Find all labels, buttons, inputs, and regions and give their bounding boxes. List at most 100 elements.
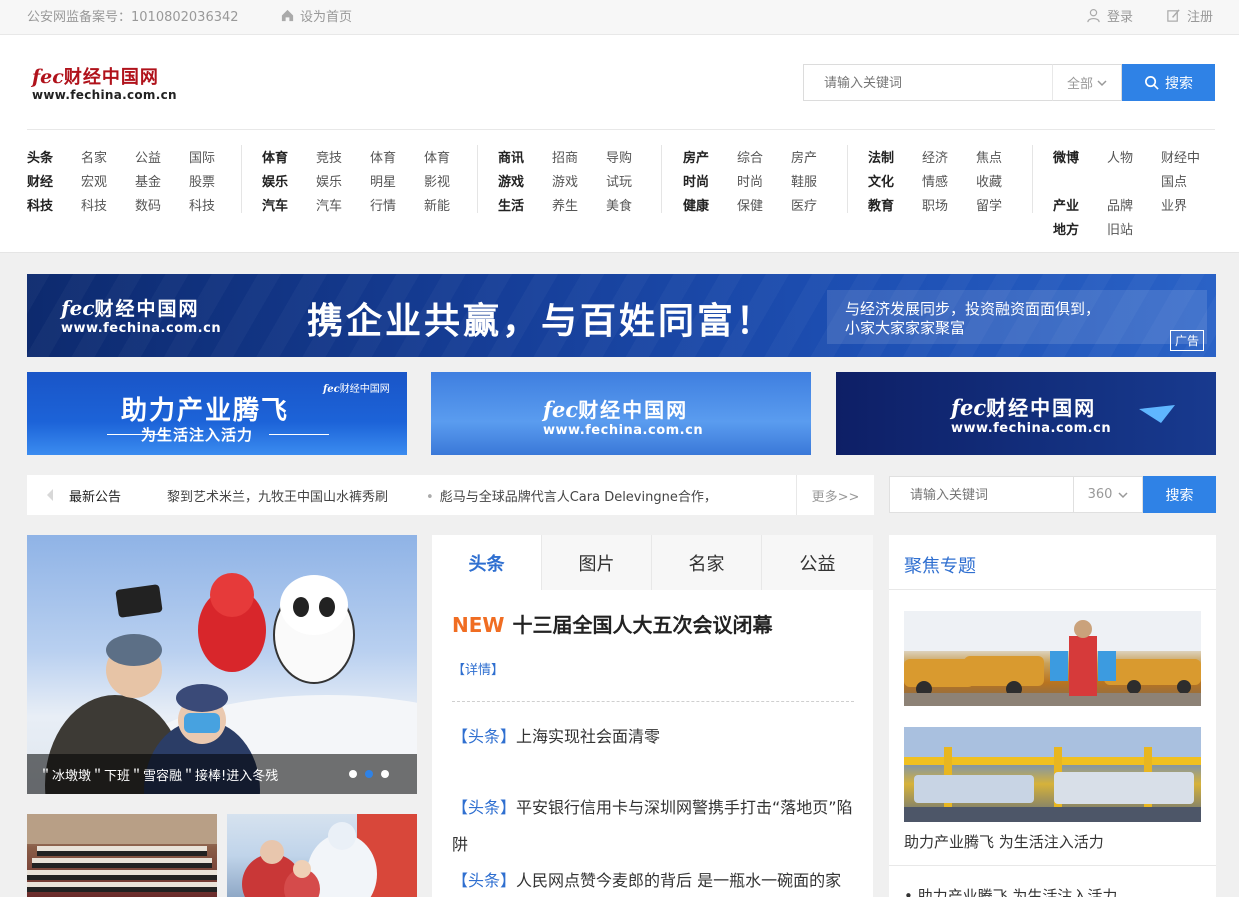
nav-link[interactable]: 试玩: [606, 171, 660, 190]
detail-link[interactable]: 【详情】: [452, 659, 504, 678]
nav-link[interactable]: 国点: [1161, 171, 1215, 190]
photo-slider[interactable]: ＂冰墩墩＂下班＂雪容融＂接棒!进入冬残: [27, 535, 417, 794]
news-item[interactable]: 【头条】平安银行信用卡与深圳网警携手打击“落地页”陷阱: [452, 789, 857, 863]
focus-image-cars[interactable]: [904, 611, 1201, 706]
nav-category[interactable]: 体育: [262, 147, 316, 166]
top-search-button[interactable]: 搜索: [1122, 64, 1215, 101]
focus-list-item[interactable]: • 助力产业腾飞 为生活注入活力: [904, 885, 1117, 897]
nav-link[interactable]: 科技: [81, 195, 135, 214]
tab-pictures[interactable]: 图片: [542, 535, 652, 590]
nav-link[interactable]: 保健: [737, 195, 791, 214]
nav-category[interactable]: 商讯: [498, 147, 552, 166]
nav-link[interactable]: 时尚: [737, 171, 791, 190]
nav-link[interactable]: 体育: [424, 147, 478, 166]
nav-link[interactable]: 名家: [81, 147, 135, 166]
nav-link[interactable]: 业界: [1161, 195, 1215, 214]
nav-link[interactable]: 留学: [976, 195, 1030, 214]
nav-link[interactable]: 影视: [424, 171, 478, 190]
login-link[interactable]: 登录: [1086, 6, 1133, 25]
site-logo[interactable]: fec财经中国网 www.fechina.com.cn: [32, 63, 182, 103]
nav-link[interactable]: 汽车: [316, 195, 370, 214]
notice-item[interactable]: • 彪马与全球品牌代言人Cara Delevingne合作，: [426, 486, 717, 505]
nav-category[interactable]: 教育: [868, 195, 922, 214]
nav-category[interactable]: 房产: [683, 147, 737, 166]
nav-link[interactable]: 收藏: [976, 171, 1030, 190]
nav-link[interactable]: 游戏: [552, 171, 606, 190]
top-search-input[interactable]: [803, 64, 1052, 101]
nav-category[interactable]: 汽车: [262, 195, 316, 214]
slider-dot-active[interactable]: [365, 770, 373, 778]
register-link[interactable]: 注册: [1166, 6, 1213, 25]
nav-link[interactable]: 旧站: [1107, 219, 1161, 238]
nav-link[interactable]: 招商: [552, 147, 606, 166]
nav-category[interactable]: 微博: [1053, 147, 1107, 166]
nav-category[interactable]: 娱乐: [262, 171, 316, 190]
banner-big-text: 助力产业腾飞: [121, 396, 290, 426]
nav-link[interactable]: 鞋服: [791, 171, 845, 190]
nav-link[interactable]: 房产: [791, 147, 845, 166]
nav-link[interactable]: 股票: [189, 171, 243, 190]
top-search-scope-select[interactable]: 全部: [1052, 64, 1122, 101]
nav-link[interactable]: 美食: [606, 195, 660, 214]
nav-link[interactable]: 娱乐: [316, 171, 370, 190]
news-item[interactable]: 【头条】上海实现社会面清零: [452, 718, 857, 755]
nav-link[interactable]: 经济: [922, 147, 976, 166]
nav-category[interactable]: 文化: [868, 171, 922, 190]
notice-more-link[interactable]: 更多>>: [796, 475, 874, 515]
nav-link[interactable]: 导购: [606, 147, 660, 166]
nav-link[interactable]: 基金: [135, 171, 189, 190]
secondary-search-input[interactable]: [889, 476, 1073, 513]
nav-link[interactable]: 体育: [370, 147, 424, 166]
nav-category[interactable]: 产业: [1053, 195, 1107, 214]
tab-charity[interactable]: 公益: [762, 535, 873, 590]
nav-link[interactable]: 人物: [1107, 147, 1161, 166]
nav-category[interactable]: 头条: [27, 147, 81, 166]
login-label: 登录: [1107, 10, 1134, 25]
record-number: 公安网监备案号：1010802036342: [27, 10, 239, 25]
secondary-search-engine-select[interactable]: 360: [1073, 476, 1143, 513]
focus-image-factory[interactable]: [904, 727, 1201, 822]
thumb-photo-assembly[interactable]: [27, 814, 217, 897]
nav-link[interactable]: 品牌: [1107, 195, 1161, 214]
slider-dot[interactable]: [381, 770, 389, 778]
nav-category[interactable]: 法制: [868, 147, 922, 166]
nav-link[interactable]: 数码: [135, 195, 189, 214]
thumb-photo-testing[interactable]: [227, 814, 417, 897]
nav-category[interactable]: 生活: [498, 195, 552, 214]
tab-headlines[interactable]: 头条: [432, 535, 542, 590]
nav-category[interactable]: 健康: [683, 195, 737, 214]
nav-category[interactable]: 地方: [1053, 219, 1107, 238]
nav-link[interactable]: 宏观: [81, 171, 135, 190]
nav-category[interactable]: 时尚: [683, 171, 737, 190]
news-item[interactable]: 【头条】人民网点赞今麦郎的背后 是一瓶水一碗面的家: [452, 862, 857, 897]
banner-small-1[interactable]: fec财经中国网 助力产业腾飞 为生活注入活力: [27, 372, 407, 455]
nav-link[interactable]: 新能: [424, 195, 478, 214]
nav-link[interactable]: 医疗: [791, 195, 845, 214]
top-headline[interactable]: NEW 十三届全国人大五次会议闭幕: [452, 609, 772, 638]
nav-link[interactable]: 焦点: [976, 147, 1030, 166]
nav-link[interactable]: 公益: [135, 147, 189, 166]
nav-category[interactable]: 财经: [27, 171, 81, 190]
tab-experts[interactable]: 名家: [652, 535, 762, 590]
focus-caption[interactable]: 助力产业腾飞 为生活注入活力: [904, 831, 1104, 852]
nav-link[interactable]: 职场: [922, 195, 976, 214]
nav-link[interactable]: 国际: [189, 147, 243, 166]
nav-link[interactable]: 行情: [370, 195, 424, 214]
nav-category[interactable]: 科技: [27, 195, 81, 214]
notice-item[interactable]: 黎到艺术米兰，九牧王中国山水裤秀刷: [167, 486, 388, 505]
nav-link[interactable]: 综合: [737, 147, 791, 166]
nav-link[interactable]: 情感: [922, 171, 976, 190]
prev-arrow-icon[interactable]: [47, 489, 53, 501]
slider-dot[interactable]: [349, 770, 357, 778]
nav-link[interactable]: 明星: [370, 171, 424, 190]
banner-small-2[interactable]: fec财经中国网 www.fechina.com.cn: [431, 372, 811, 455]
nav-category[interactable]: 游戏: [498, 171, 552, 190]
nav-link[interactable]: 科技: [189, 195, 243, 214]
nav-link[interactable]: 养生: [552, 195, 606, 214]
banner-wide-ad[interactable]: fec财经中国网 www.fechina.com.cn 携企业共赢，与百姓同富！…: [27, 274, 1216, 357]
nav-link[interactable]: 财经中: [1161, 147, 1215, 166]
nav-link[interactable]: 竞技: [316, 147, 370, 166]
secondary-search-button[interactable]: 搜索: [1143, 476, 1216, 513]
set-home-link[interactable]: 设为首页: [280, 6, 352, 25]
banner-small-3[interactable]: fec财经中国网 www.fechina.com.cn: [836, 372, 1216, 455]
